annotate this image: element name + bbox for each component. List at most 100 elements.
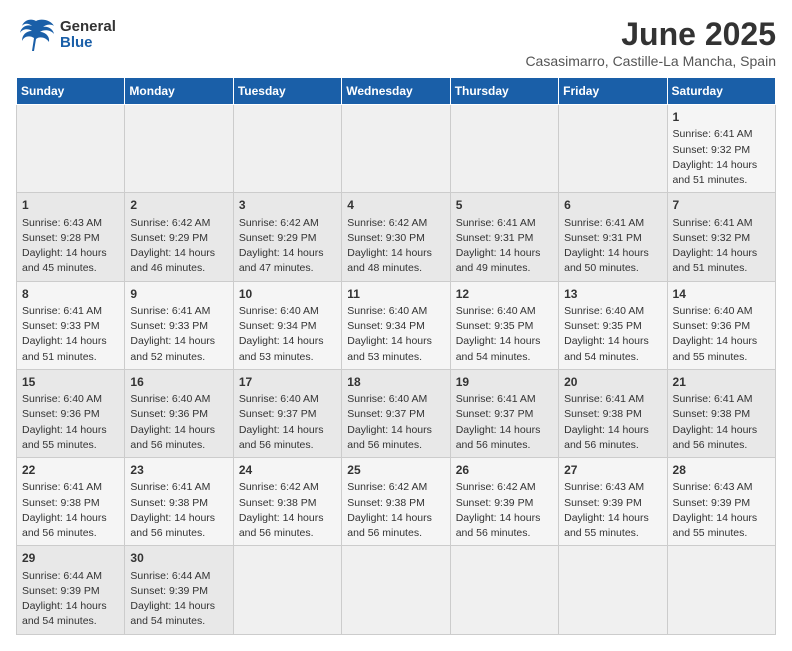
day-number: 23	[130, 462, 227, 479]
logo-icon	[16, 16, 56, 54]
cell-info-line: Daylight: 14 hours	[130, 511, 227, 526]
day-number: 26	[456, 462, 553, 479]
cell-info-line: and 56 minutes.	[130, 526, 227, 541]
calendar-cell	[233, 105, 341, 193]
cell-info-line: and 50 minutes.	[564, 261, 661, 276]
cell-info-line: and 56 minutes.	[564, 438, 661, 453]
calendar-cell: 2Sunrise: 6:42 AMSunset: 9:29 PMDaylight…	[125, 193, 233, 281]
calendar-week-row: 22Sunrise: 6:41 AMSunset: 9:38 PMDayligh…	[17, 458, 776, 546]
calendar-cell: 3Sunrise: 6:42 AMSunset: 9:29 PMDaylight…	[233, 193, 341, 281]
cell-info-line: Sunrise: 6:44 AM	[130, 569, 227, 584]
calendar-cell: 8Sunrise: 6:41 AMSunset: 9:33 PMDaylight…	[17, 281, 125, 369]
cell-info-line: and 53 minutes.	[347, 350, 444, 365]
weekday-header-thursday: Thursday	[450, 78, 558, 105]
day-number: 4	[347, 197, 444, 214]
day-number: 11	[347, 286, 444, 303]
calendar-cell: 25Sunrise: 6:42 AMSunset: 9:38 PMDayligh…	[342, 458, 450, 546]
calendar-cell: 6Sunrise: 6:41 AMSunset: 9:31 PMDaylight…	[559, 193, 667, 281]
cell-info-line: and 56 minutes.	[347, 526, 444, 541]
cell-info-line: Daylight: 14 hours	[347, 423, 444, 438]
day-number: 30	[130, 550, 227, 567]
weekday-header-wednesday: Wednesday	[342, 78, 450, 105]
logo-blue: Blue	[60, 35, 116, 52]
cell-info-line: Daylight: 14 hours	[22, 423, 119, 438]
cell-info-line: Sunset: 9:31 PM	[564, 231, 661, 246]
cell-info-line: Sunset: 9:31 PM	[456, 231, 553, 246]
cell-info-line: Daylight: 14 hours	[22, 599, 119, 614]
cell-info-line: Sunset: 9:38 PM	[347, 496, 444, 511]
cell-info-line: Daylight: 14 hours	[130, 423, 227, 438]
calendar-cell	[667, 546, 775, 634]
cell-info-line: Sunrise: 6:40 AM	[673, 304, 770, 319]
weekday-header-saturday: Saturday	[667, 78, 775, 105]
cell-info-line: Daylight: 14 hours	[673, 158, 770, 173]
cell-info-line: Daylight: 14 hours	[456, 423, 553, 438]
cell-info-line: Sunrise: 6:41 AM	[673, 392, 770, 407]
cell-info-line: Sunrise: 6:41 AM	[673, 216, 770, 231]
day-number: 25	[347, 462, 444, 479]
day-number: 13	[564, 286, 661, 303]
cell-info-line: Sunrise: 6:41 AM	[456, 216, 553, 231]
day-number: 20	[564, 374, 661, 391]
day-number: 17	[239, 374, 336, 391]
calendar-cell: 23Sunrise: 6:41 AMSunset: 9:38 PMDayligh…	[125, 458, 233, 546]
cell-info-line: Daylight: 14 hours	[22, 246, 119, 261]
calendar-cell: 18Sunrise: 6:40 AMSunset: 9:37 PMDayligh…	[342, 369, 450, 457]
day-number: 27	[564, 462, 661, 479]
cell-info-line: Sunset: 9:36 PM	[22, 407, 119, 422]
cell-info-line: and 53 minutes.	[239, 350, 336, 365]
calendar-cell: 13Sunrise: 6:40 AMSunset: 9:35 PMDayligh…	[559, 281, 667, 369]
cell-info-line: and 56 minutes.	[456, 438, 553, 453]
cell-info-line: Sunset: 9:34 PM	[239, 319, 336, 334]
cell-info-line: Daylight: 14 hours	[239, 511, 336, 526]
cell-info-line: Sunrise: 6:40 AM	[347, 392, 444, 407]
cell-info-line: Sunrise: 6:41 AM	[456, 392, 553, 407]
calendar-cell: 28Sunrise: 6:43 AMSunset: 9:39 PMDayligh…	[667, 458, 775, 546]
cell-info-line: Daylight: 14 hours	[564, 246, 661, 261]
cell-info-line: Sunset: 9:34 PM	[347, 319, 444, 334]
cell-info-line: Sunset: 9:35 PM	[564, 319, 661, 334]
day-number: 9	[130, 286, 227, 303]
cell-info-line: and 56 minutes.	[22, 526, 119, 541]
cell-info-line: Daylight: 14 hours	[22, 334, 119, 349]
day-number: 7	[673, 197, 770, 214]
cell-info-line: Sunrise: 6:41 AM	[22, 304, 119, 319]
cell-info-line: Sunset: 9:38 PM	[239, 496, 336, 511]
calendar-cell	[125, 105, 233, 193]
cell-info-line: Sunrise: 6:40 AM	[22, 392, 119, 407]
cell-info-line: Sunset: 9:37 PM	[239, 407, 336, 422]
cell-info-line: Daylight: 14 hours	[22, 511, 119, 526]
cell-info-line: Daylight: 14 hours	[673, 511, 770, 526]
calendar-cell: 9Sunrise: 6:41 AMSunset: 9:33 PMDaylight…	[125, 281, 233, 369]
cell-info-line: and 49 minutes.	[456, 261, 553, 276]
logo-text: General Blue	[60, 19, 116, 52]
calendar-week-row: 1Sunrise: 6:43 AMSunset: 9:28 PMDaylight…	[17, 193, 776, 281]
cell-info-line: Sunrise: 6:42 AM	[130, 216, 227, 231]
calendar-title: June 2025	[525, 16, 776, 53]
calendar-cell	[559, 105, 667, 193]
calendar-cell	[233, 546, 341, 634]
cell-info-line: Sunset: 9:30 PM	[347, 231, 444, 246]
cell-info-line: Sunset: 9:38 PM	[564, 407, 661, 422]
cell-info-line: Sunrise: 6:40 AM	[130, 392, 227, 407]
calendar-cell	[342, 546, 450, 634]
cell-info-line: Sunset: 9:39 PM	[673, 496, 770, 511]
cell-info-line: Sunset: 9:29 PM	[130, 231, 227, 246]
cell-info-line: and 56 minutes.	[130, 438, 227, 453]
cell-info-line: Daylight: 14 hours	[564, 334, 661, 349]
cell-info-line: and 56 minutes.	[239, 438, 336, 453]
cell-info-line: Sunset: 9:33 PM	[22, 319, 119, 334]
cell-info-line: and 47 minutes.	[239, 261, 336, 276]
cell-info-line: and 48 minutes.	[347, 261, 444, 276]
cell-info-line: and 45 minutes.	[22, 261, 119, 276]
cell-info-line: Daylight: 14 hours	[130, 334, 227, 349]
day-number: 6	[564, 197, 661, 214]
calendar-cell: 11Sunrise: 6:40 AMSunset: 9:34 PMDayligh…	[342, 281, 450, 369]
cell-info-line: Sunrise: 6:42 AM	[239, 480, 336, 495]
calendar-cell: 5Sunrise: 6:41 AMSunset: 9:31 PMDaylight…	[450, 193, 558, 281]
calendar-week-row: 8Sunrise: 6:41 AMSunset: 9:33 PMDaylight…	[17, 281, 776, 369]
cell-info-line: Daylight: 14 hours	[456, 334, 553, 349]
cell-info-line: Sunrise: 6:41 AM	[130, 304, 227, 319]
title-block: June 2025 Casasimarro, Castille-La Manch…	[525, 16, 776, 69]
cell-info-line: and 54 minutes.	[130, 614, 227, 629]
